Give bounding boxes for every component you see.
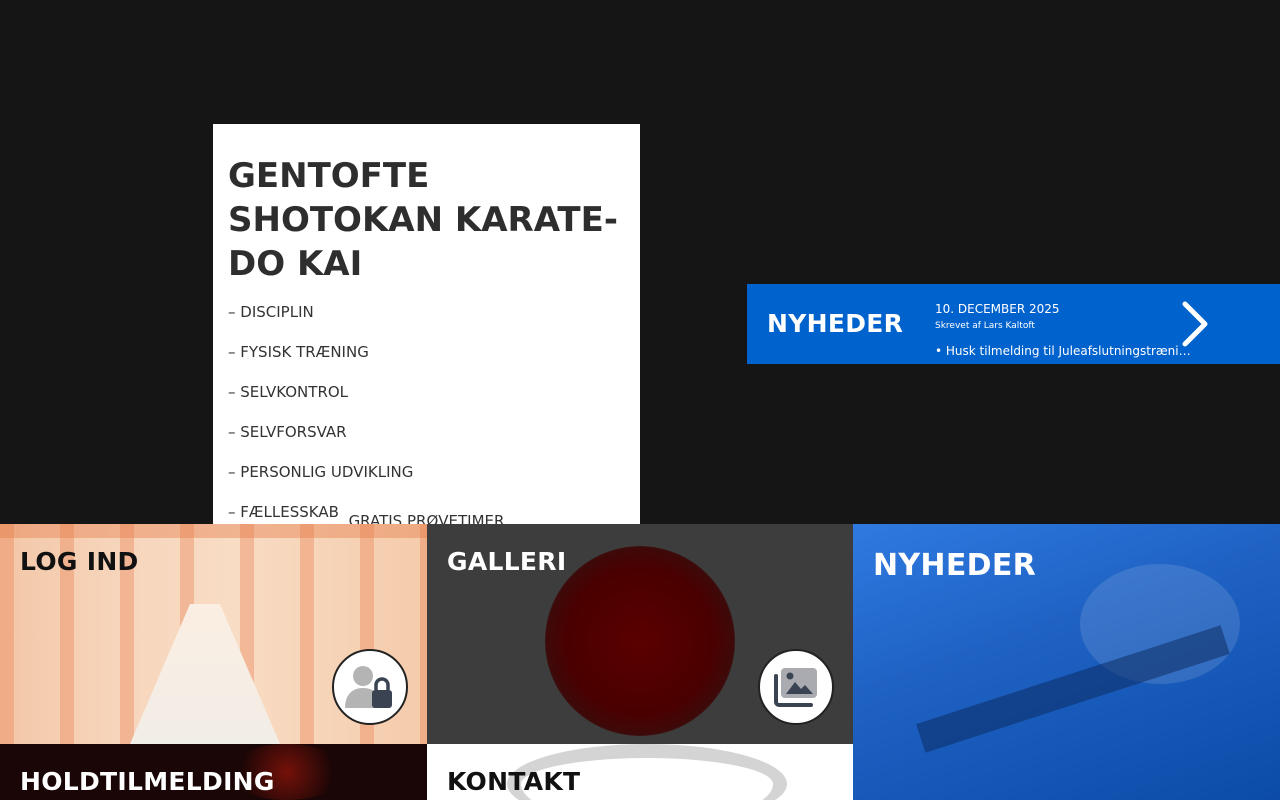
value-item: – DISCIPLIN xyxy=(228,303,314,321)
value-item: – SELVFORSVAR xyxy=(228,423,347,441)
values-list: – DISCIPLIN – FYSISK TRÆNING – SELVKONTR… xyxy=(228,300,625,524)
tile-gallery[interactable]: GALLERI xyxy=(427,524,853,744)
tile-signup-title: HOLDTILMELDING xyxy=(20,767,275,796)
tile-contact-title: KONTAKT xyxy=(447,767,581,796)
login-button[interactable] xyxy=(332,649,408,725)
page: GENTOFTE SHOTOKAN KARATE-DO KAI – DISCIP… xyxy=(0,0,1280,800)
user-lock-icon xyxy=(345,666,392,708)
value-item: – FYSISK TRÆNING xyxy=(228,343,369,361)
news-date: 10. DECEMBER 2025 xyxy=(935,302,1060,316)
images-icon xyxy=(774,668,817,707)
club-title: GENTOFTE SHOTOKAN KARATE-DO KAI xyxy=(228,156,618,284)
tile-login[interactable]: LOG IND xyxy=(0,524,427,744)
trial-lessons-link[interactable]: GRATIS PRØVETIMER xyxy=(213,512,640,524)
news-banner[interactable]: NYHEDER 10. DECEMBER 2025 Skrevet af Lar… xyxy=(747,284,1280,364)
tile-gallery-title: GALLERI xyxy=(447,547,567,576)
intro-card: GENTOFTE SHOTOKAN KARATE-DO KAI – DISCIP… xyxy=(213,124,640,524)
news-next-button[interactable] xyxy=(1175,298,1215,350)
tile-login-title: LOG IND xyxy=(20,547,139,576)
tile-news-title: NYHEDER xyxy=(873,548,1037,583)
tile-news[interactable]: NYHEDER xyxy=(853,524,1280,800)
news-banner-title: NYHEDER xyxy=(767,309,904,338)
red-sun-background xyxy=(545,546,735,736)
chevron-right-icon xyxy=(1182,301,1208,347)
tile-signup[interactable]: HOLDTILMELDING xyxy=(0,744,427,800)
tile-contact[interactable]: KONTAKT xyxy=(427,744,853,800)
gallery-button[interactable] xyxy=(758,649,834,725)
belt-background xyxy=(916,625,1230,753)
news-author: Skrevet af Lars Kaltoft xyxy=(935,321,1035,331)
value-item: – SELVKONTROL xyxy=(228,383,349,401)
news-headline-link[interactable]: • Husk tilmelding til Juleafslutningstræ… xyxy=(935,343,1197,359)
value-item: – PERSONLIG UDVIKLING xyxy=(228,463,414,481)
